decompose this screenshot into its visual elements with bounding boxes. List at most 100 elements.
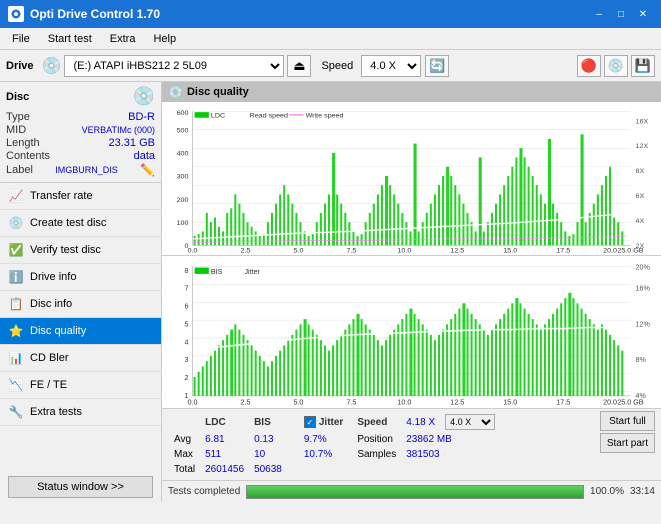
menu-file[interactable]: File — [4, 31, 38, 47]
extra-tests-icon: 🔧 — [8, 404, 24, 420]
svg-text:6: 6 — [185, 301, 189, 310]
svg-text:5.0: 5.0 — [294, 248, 304, 255]
speed-select-stats[interactable]: 4.0 X — [445, 414, 495, 430]
disc-quality-icon: ⭐ — [8, 323, 24, 339]
length-key: Length — [6, 137, 40, 149]
label-icon: ✏️ — [140, 163, 155, 177]
save-button[interactable]: 💾 — [631, 55, 655, 77]
mid-val: VERBATIMc (000) — [82, 125, 155, 135]
total-ldc: 2601456 — [201, 463, 248, 476]
svg-text:5.0: 5.0 — [294, 397, 304, 406]
svg-text:5: 5 — [185, 319, 189, 328]
menu-help[interactable]: Help — [145, 31, 184, 47]
speed-val1: 4.18 X — [402, 413, 439, 431]
refresh-button[interactable]: 🔄 — [425, 55, 449, 77]
create-test-icon: 💿 — [8, 215, 24, 231]
extra-tests-label: Extra tests — [30, 406, 82, 418]
fe-te-icon: 📉 — [8, 377, 24, 393]
svg-text:8: 8 — [185, 265, 189, 274]
bis-chart: 1 2 3 4 5 6 7 8 4% 8% 12% 16% 20% 0.0 — [162, 256, 661, 409]
svg-text:500: 500 — [177, 128, 189, 135]
drive-info-icon: ℹ️ — [8, 269, 24, 285]
svg-text:300: 300 — [177, 174, 189, 181]
length-val: 23.31 GB — [109, 137, 155, 149]
svg-text:12X: 12X — [636, 143, 649, 150]
type-key: Type — [6, 111, 30, 123]
total-bis: 50638 — [250, 463, 286, 476]
disc-button[interactable]: 💿 — [604, 55, 628, 77]
eject-button[interactable]: ⏏ — [287, 55, 311, 77]
progress-time: 33:14 — [630, 486, 655, 497]
svg-text:17.5: 17.5 — [556, 397, 570, 406]
status-window-button[interactable]: Status window >> — [8, 476, 153, 498]
disc-title: Disc — [6, 91, 29, 103]
maximize-button[interactable]: □ — [611, 5, 631, 23]
speed-select[interactable]: 4.0 X 8.0 X 12.0 X — [361, 55, 421, 77]
svg-text:6X: 6X — [636, 193, 645, 200]
sidebar-item-cd-bler[interactable]: 📊 CD Bler — [0, 345, 161, 372]
drive-select[interactable]: (E:) ATAPI iHBS212 2 5L09 — [64, 55, 284, 77]
progress-percent: 100.0% — [590, 486, 624, 497]
svg-text:10.0: 10.0 — [397, 248, 411, 255]
sidebar-item-transfer-rate[interactable]: 📈 Transfer rate — [0, 183, 161, 210]
verify-test-label: Verify test disc — [30, 244, 101, 256]
svg-text:0.0: 0.0 — [188, 248, 198, 255]
stats-bar: LDC BIS ✓ Jitter Speed 4.18 X — [162, 408, 661, 480]
chart-title-bar: 💿 Disc quality — [162, 82, 661, 102]
app-icon — [8, 6, 24, 22]
ldc-chart: 0 100 200 300 400 500 600 2X 4X 6X 8X 12… — [162, 102, 661, 256]
svg-text:0.0: 0.0 — [188, 397, 198, 406]
svg-text:20%: 20% — [636, 262, 651, 271]
svg-text:16%: 16% — [636, 283, 651, 292]
total-label: Total — [170, 463, 199, 476]
progress-bar — [246, 485, 584, 499]
svg-text:20.0: 20.0 — [603, 397, 617, 406]
sidebar-item-extra-tests[interactable]: 🔧 Extra tests — [0, 399, 161, 426]
sidebar-item-create-test-disc[interactable]: 💿 Create test disc — [0, 210, 161, 237]
sidebar-nav: 📈 Transfer rate 💿 Create test disc ✅ Ver… — [0, 183, 161, 472]
title-bar: Opti Drive Control 1.70 – □ ✕ — [0, 0, 661, 28]
cd-bler-icon: 📊 — [8, 350, 24, 366]
svg-text:7: 7 — [185, 283, 189, 292]
close-button[interactable]: ✕ — [633, 5, 653, 23]
start-part-button[interactable]: Start part — [600, 433, 655, 453]
minimize-button[interactable]: – — [589, 5, 609, 23]
svg-text:12.5: 12.5 — [450, 248, 464, 255]
status-text: Tests completed — [168, 486, 240, 497]
sidebar-item-disc-quality[interactable]: ⭐ Disc quality — [0, 318, 161, 345]
start-full-button[interactable]: Start full — [600, 411, 655, 431]
svg-text:12.5: 12.5 — [450, 397, 464, 406]
sidebar-item-verify-test-disc[interactable]: ✅ Verify test disc — [0, 237, 161, 264]
jitter-checkbox[interactable]: ✓ — [304, 416, 316, 428]
avg-bis: 0.13 — [250, 433, 286, 446]
svg-text:15.0: 15.0 — [503, 248, 517, 255]
svg-text:Write speed: Write speed — [306, 113, 344, 120]
svg-text:Jitter: Jitter — [244, 266, 260, 275]
svg-text:LDC: LDC — [211, 113, 225, 120]
position-val: 23862 MB — [402, 433, 499, 446]
sidebar-item-fe-te[interactable]: 📉 FE / TE — [0, 372, 161, 399]
verify-test-icon: ✅ — [8, 242, 24, 258]
svg-text:8%: 8% — [636, 355, 647, 364]
menu-start-test[interactable]: Start test — [40, 31, 100, 47]
max-bis: 10 — [250, 448, 286, 461]
menu-extra[interactable]: Extra — [102, 31, 144, 47]
svg-text:4: 4 — [185, 337, 189, 346]
contents-key: Contents — [6, 150, 50, 162]
stats-table: LDC BIS ✓ Jitter Speed 4.18 X — [168, 411, 501, 478]
disc-quality-label: Disc quality — [30, 325, 86, 337]
burn-button[interactable]: 🔴 — [577, 55, 601, 77]
stats-actions: Start full Start part — [600, 411, 655, 453]
drive-icon: 💿 — [42, 56, 62, 76]
charts-container: 0 100 200 300 400 500 600 2X 4X 6X 8X 12… — [162, 102, 661, 408]
transfer-rate-label: Transfer rate — [30, 190, 93, 202]
bis-header: BIS — [250, 413, 286, 431]
svg-text:4X: 4X — [636, 218, 645, 225]
chart-title: Disc quality — [187, 86, 249, 98]
sidebar-item-disc-info[interactable]: 📋 Disc info — [0, 291, 161, 318]
cd-bler-label: CD Bler — [30, 352, 69, 364]
sidebar-item-drive-info[interactable]: ℹ️ Drive info — [0, 264, 161, 291]
svg-text:15.0: 15.0 — [503, 397, 517, 406]
progress-fill — [247, 486, 583, 498]
speed-label: Speed — [321, 60, 353, 72]
